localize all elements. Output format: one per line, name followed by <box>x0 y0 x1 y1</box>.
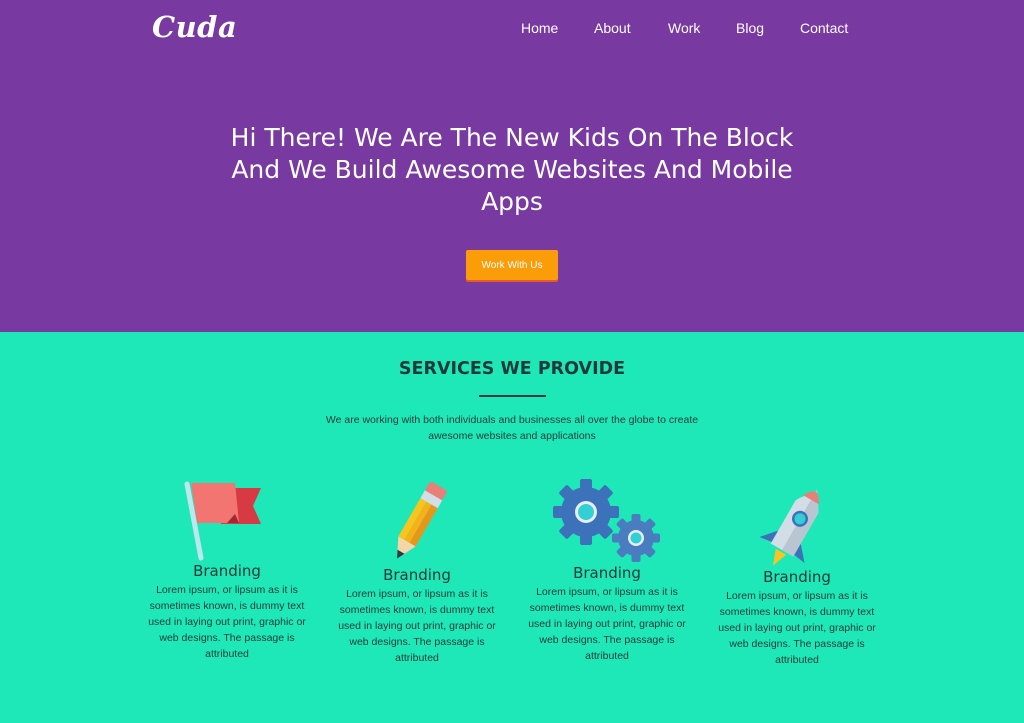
service-card: Branding Lorem ipsum, or lipsum as it is… <box>712 478 882 668</box>
services-subtitle: We are working with both individuals and… <box>325 414 699 442</box>
services-title: SERVICES WE PROVIDE <box>398 359 626 379</box>
work-with-us-button[interactable]: Work With Us <box>466 250 558 280</box>
title-underline <box>479 395 546 397</box>
service-card: Branding Lorem ipsum, or lipsum as it is… <box>522 478 692 664</box>
hero-section: Cuda Home About Work Blog Contact Hi The… <box>0 0 1024 332</box>
services-section: SERVICES WE PROVIDE We are working with … <box>0 332 1024 723</box>
nav-work[interactable]: Work <box>668 20 700 36</box>
service-title: Branding <box>383 566 451 584</box>
service-title: Branding <box>763 568 831 586</box>
service-card: Branding Lorem ipsum, or lipsum as it is… <box>332 478 502 666</box>
service-title: Branding <box>193 562 261 580</box>
pencil-icon <box>397 481 447 559</box>
nav-about[interactable]: About <box>594 20 631 36</box>
hero-title: Hi There! We Are The New Kids On The Blo… <box>230 123 794 216</box>
nav-contact[interactable]: Contact <box>800 20 848 36</box>
service-title: Branding <box>573 564 641 582</box>
service-text: Lorem ipsum, or lipsum as it is sometime… <box>148 584 306 660</box>
main-nav: Home About Work Blog Contact <box>0 20 1024 40</box>
flag-icon <box>184 481 261 561</box>
service-text: Lorem ipsum, or lipsum as it is sometime… <box>718 590 876 666</box>
nav-blog[interactable]: Blog <box>736 20 764 36</box>
nav-home[interactable]: Home <box>521 20 558 36</box>
gears-icon <box>553 479 660 562</box>
service-text: Lorem ipsum, or lipsum as it is sometime… <box>338 588 496 664</box>
rocket-icon <box>759 489 819 566</box>
service-card: Branding Lorem ipsum, or lipsum as it is… <box>142 478 312 662</box>
service-text: Lorem ipsum, or lipsum as it is sometime… <box>528 586 686 662</box>
